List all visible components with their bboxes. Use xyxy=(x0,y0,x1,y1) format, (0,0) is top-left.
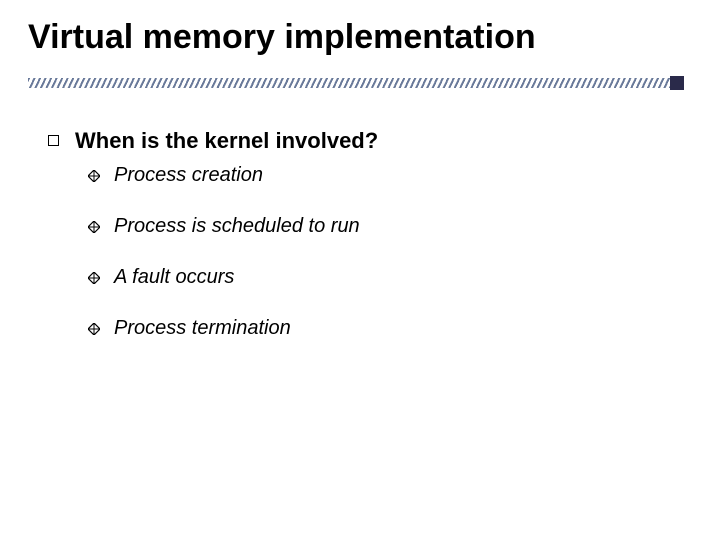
list-item-level2: Process is scheduled to run xyxy=(88,215,680,238)
diamond-bullet-icon xyxy=(88,272,100,284)
level1-text: When is the kernel involved? xyxy=(75,128,378,154)
slide-title: Virtual memory implementation xyxy=(28,18,536,57)
list-item-level2: Process creation xyxy=(88,164,680,187)
horizontal-rule xyxy=(28,78,682,88)
list-item-level2: A fault occurs xyxy=(88,266,680,289)
level2-text: A fault occurs xyxy=(114,266,234,289)
level2-text: Process termination xyxy=(114,317,291,340)
list-item-level1: When is the kernel involved? xyxy=(48,128,680,154)
diamond-bullet-icon xyxy=(88,323,100,335)
slide-body: When is the kernel involved? Process cre… xyxy=(48,128,680,368)
list-item-level2: Process termination xyxy=(88,317,680,340)
square-bullet-icon xyxy=(48,135,59,146)
level2-text: Process is scheduled to run xyxy=(114,215,360,238)
diamond-bullet-icon xyxy=(88,170,100,182)
slide: Virtual memory implementation When is th… xyxy=(0,0,720,540)
level2-text: Process creation xyxy=(114,164,263,187)
diamond-bullet-icon xyxy=(88,221,100,233)
